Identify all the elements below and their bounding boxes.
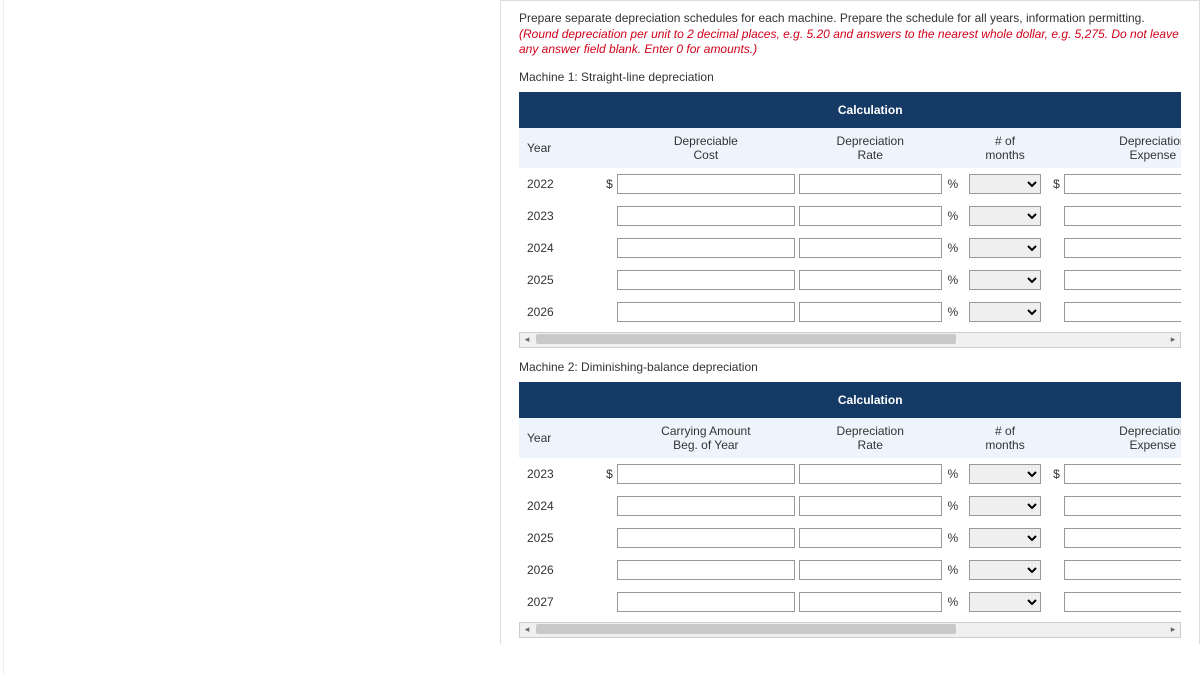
rate-input[interactable] [799, 302, 942, 322]
year-label: 2024 [519, 490, 596, 522]
instructions: Prepare separate depreciation schedules … [519, 11, 1181, 58]
col-year: Year [519, 128, 596, 168]
carrying-input[interactable] [617, 464, 795, 484]
cost-input[interactable] [617, 174, 795, 194]
year-label: 2026 [519, 554, 596, 586]
expense-input[interactable] [1064, 174, 1181, 194]
col-carrying: Carrying Amount Beg. of Year [615, 418, 797, 458]
scroll-thumb[interactable] [536, 334, 956, 344]
expense-input[interactable] [1064, 270, 1181, 290]
rate-input[interactable] [799, 238, 942, 258]
col-expense: Depreciation Expense [1062, 418, 1181, 458]
col-rate: Depreciation Rate [797, 418, 944, 458]
page-divider [0, 0, 4, 675]
question-panel: Prepare separate depreciation schedules … [500, 0, 1200, 644]
percent-sign: % [944, 232, 968, 264]
year-label: 2025 [519, 264, 596, 296]
dollar-sign: $ [596, 458, 615, 490]
expense-input[interactable] [1064, 206, 1181, 226]
months-select[interactable] [969, 270, 1041, 290]
months-select[interactable] [969, 496, 1041, 516]
rate-input[interactable] [799, 464, 942, 484]
rate-input[interactable] [799, 270, 942, 290]
machine1-scroll[interactable]: Calculation Year Depreciable Cost Deprec… [519, 92, 1181, 328]
machine1-table: Calculation Year Depreciable Cost Deprec… [519, 92, 1181, 328]
calc-header: Calculation [797, 382, 944, 418]
scroll-thumb[interactable] [536, 624, 956, 634]
cost-input[interactable] [617, 270, 795, 290]
dollar-sign: $ [1043, 168, 1062, 200]
expense-input[interactable] [1064, 560, 1181, 580]
carrying-input[interactable] [617, 592, 795, 612]
percent-sign: % [944, 586, 968, 618]
expense-input[interactable] [1064, 302, 1181, 322]
months-select[interactable] [969, 302, 1041, 322]
instructions-text: Prepare separate depreciation schedules … [519, 11, 1145, 25]
machine2-scroll[interactable]: Calculation Year Carrying Amount Beg. of… [519, 382, 1181, 618]
rate-input[interactable] [799, 528, 942, 548]
carrying-input[interactable] [617, 528, 795, 548]
scroll-right-icon[interactable]: ▸ [1166, 333, 1180, 345]
percent-sign: % [944, 296, 968, 328]
percent-sign: % [944, 554, 968, 586]
year-label: 2023 [519, 200, 596, 232]
months-select[interactable] [969, 464, 1041, 484]
rate-input[interactable] [799, 560, 942, 580]
col-year: Year [519, 418, 596, 458]
rate-input[interactable] [799, 592, 942, 612]
rate-input[interactable] [799, 206, 942, 226]
percent-sign: % [944, 264, 968, 296]
col-cost: Depreciable Cost [615, 128, 797, 168]
percent-sign: % [944, 168, 968, 200]
scroll-left-icon[interactable]: ◂ [520, 333, 534, 345]
expense-input[interactable] [1064, 592, 1181, 612]
year-label: 2023 [519, 458, 596, 490]
months-select[interactable] [969, 560, 1041, 580]
cost-input[interactable] [617, 302, 795, 322]
year-label: 2025 [519, 522, 596, 554]
machine1-title: Machine 1: Straight-line depreciation [519, 70, 1181, 84]
col-months: # of months [967, 128, 1043, 168]
carrying-input[interactable] [617, 496, 795, 516]
col-expense: Depreciation Expense [1062, 128, 1181, 168]
scroll-right-icon[interactable]: ▸ [1166, 623, 1180, 635]
machine2-table: Calculation Year Carrying Amount Beg. of… [519, 382, 1181, 618]
percent-sign: % [944, 200, 968, 232]
machine1-scrollbar[interactable]: ◂ ▸ [519, 332, 1181, 348]
months-select[interactable] [969, 528, 1041, 548]
percent-sign: % [944, 522, 968, 554]
carrying-input[interactable] [617, 560, 795, 580]
percent-sign: % [944, 490, 968, 522]
instructions-red: (Round depreciation per unit to 2 decima… [519, 27, 1179, 57]
year-label: 2026 [519, 296, 596, 328]
months-select[interactable] [969, 592, 1041, 612]
calc-header: Calculation [797, 92, 944, 128]
expense-input[interactable] [1064, 528, 1181, 548]
col-months: # of months [967, 418, 1043, 458]
months-select[interactable] [969, 174, 1041, 194]
year-label: 2027 [519, 586, 596, 618]
percent-sign: % [944, 458, 968, 490]
expense-input[interactable] [1064, 496, 1181, 516]
year-label: 2022 [519, 168, 596, 200]
scroll-left-icon[interactable]: ◂ [520, 623, 534, 635]
machine2-scrollbar[interactable]: ◂ ▸ [519, 622, 1181, 638]
expense-input[interactable] [1064, 464, 1181, 484]
months-select[interactable] [969, 206, 1041, 226]
cost-input[interactable] [617, 206, 795, 226]
months-select[interactable] [969, 238, 1041, 258]
year-label: 2024 [519, 232, 596, 264]
dollar-sign: $ [1043, 458, 1062, 490]
rate-input[interactable] [799, 174, 942, 194]
rate-input[interactable] [799, 496, 942, 516]
col-rate: Depreciation Rate [797, 128, 944, 168]
expense-input[interactable] [1064, 238, 1181, 258]
dollar-sign: $ [596, 168, 615, 200]
cost-input[interactable] [617, 238, 795, 258]
machine2-title: Machine 2: Diminishing-balance depreciat… [519, 360, 1181, 374]
